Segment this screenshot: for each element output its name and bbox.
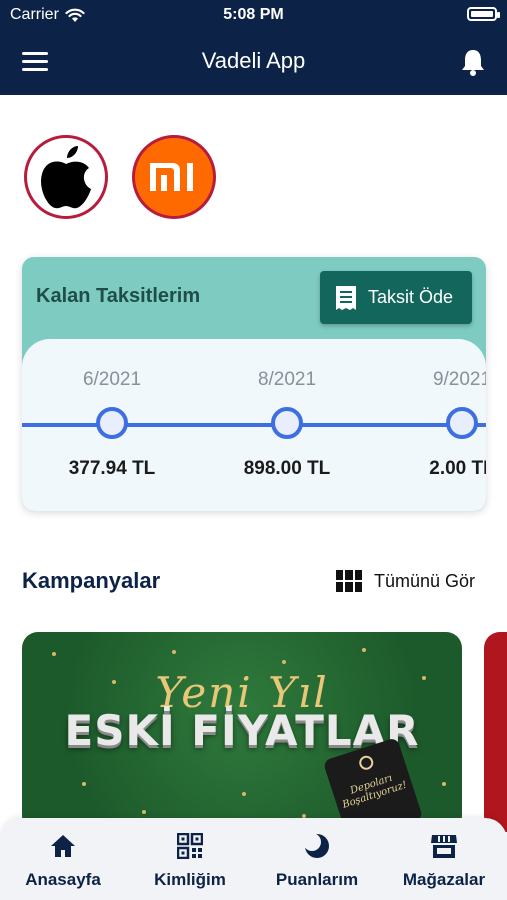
timeline-dot[interactable] xyxy=(446,407,478,439)
apple-logo-button[interactable] xyxy=(24,135,108,219)
tab-label: Kimliğim xyxy=(154,870,226,889)
status-time: 5:08 PM xyxy=(223,6,284,23)
installments-title: Kalan Taksitlerim xyxy=(36,285,201,307)
campaigns-title: Kampanyalar xyxy=(22,568,161,593)
pay-installment-button[interactable]: Taksit Öde xyxy=(320,271,472,324)
timeline-dot[interactable] xyxy=(96,407,128,439)
tab-magazalar[interactable]: Mağazalar xyxy=(381,832,507,890)
xiaomi-logo-button[interactable] xyxy=(132,135,216,219)
campaign-banner-next[interactable] xyxy=(484,632,507,832)
tab-label: Mağazalar xyxy=(402,870,486,889)
campaign-banner[interactable]: Yeni Yıl ESKİ FİYATLAR Depoları Boşaltıy… xyxy=(22,632,462,832)
grid-icon xyxy=(335,570,362,592)
battery-icon xyxy=(467,7,500,21)
installment-amount: 377.94 TL xyxy=(68,458,156,479)
app-header: Carrier 5:08 PM Vadeli App xyxy=(0,0,507,95)
installment-date: 8/2021 xyxy=(257,369,317,390)
installment-amount: 898.00 TL xyxy=(243,458,331,479)
timeline-line xyxy=(22,423,486,427)
points-icon xyxy=(303,833,329,858)
timeline-dot[interactable] xyxy=(271,407,303,439)
home-icon xyxy=(51,835,75,857)
tab-puanlarim[interactable]: Puanlarım xyxy=(254,832,380,890)
tab-kimligim[interactable]: Kimliğim xyxy=(127,832,253,890)
app-title: Vadeli App xyxy=(201,48,306,73)
tab-anasayfa[interactable]: Anasayfa xyxy=(0,832,126,890)
mi-icon xyxy=(150,163,193,191)
bottom-tab-bar: Anasayfa Kimliğim Puanlarım Mağazalar xyxy=(0,818,507,900)
installments-timeline: 6/2021 377.94 TL 8/2021 898.00 TL 9/2021… xyxy=(22,339,486,511)
apple-icon xyxy=(41,146,91,209)
tab-label: Anasayfa xyxy=(25,870,101,889)
see-all-label: Tümünü Gör xyxy=(373,570,475,591)
qr-code-icon xyxy=(177,833,203,859)
see-all-button[interactable]: Tümünü Gör xyxy=(335,570,475,592)
receipt-icon xyxy=(336,285,356,310)
status-bar: Carrier 5:08 PM xyxy=(0,0,507,30)
bell-icon[interactable] xyxy=(459,47,487,77)
installment-date: 6/2021 xyxy=(82,369,142,390)
installment-amount: 2.00 TL xyxy=(429,458,486,479)
store-icon xyxy=(431,835,457,858)
tab-label: Puanlarım xyxy=(275,870,359,889)
pay-installment-label: Taksit Öde xyxy=(368,287,454,307)
installments-card: Kalan Taksitlerim Taksit Öde 6/2021 377.… xyxy=(22,257,486,511)
installment-date: 9/2021 xyxy=(432,369,486,390)
